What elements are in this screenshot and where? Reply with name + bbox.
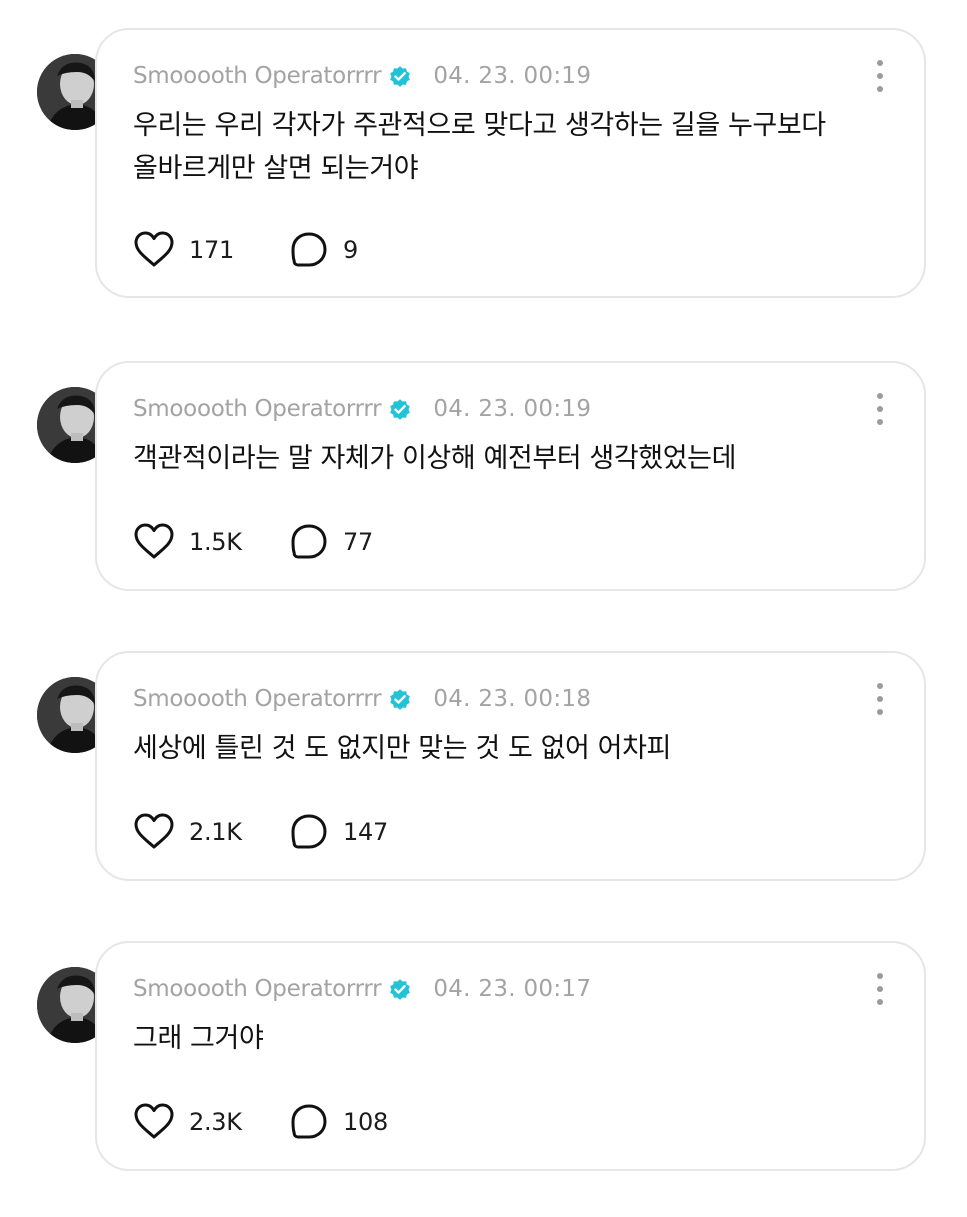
- comment-button[interactable]: 108: [289, 1102, 388, 1142]
- post: Smooooth Operatorrrr 04. 23. 00:17 그래 그거…: [0, 941, 967, 1217]
- author-name[interactable]: Smooooth Operatorrrr: [133, 63, 382, 89]
- more-vertical-icon[interactable]: [865, 681, 895, 717]
- like-button[interactable]: 1.5K: [133, 522, 289, 562]
- comment-count: 9: [343, 236, 358, 264]
- post-actions: 171 9: [133, 228, 358, 272]
- post-text-line: 그래 그거야: [133, 1023, 264, 1054]
- more-vertical-icon[interactable]: [865, 58, 895, 94]
- like-button[interactable]: 171: [133, 230, 289, 270]
- like-count: 2.1K: [189, 818, 242, 846]
- verified-badge-icon: [387, 976, 413, 1002]
- post-actions: 2.3K 108: [133, 1100, 388, 1144]
- post-timestamp: 04. 23. 00:18: [433, 686, 592, 712]
- post-header: Smooooth Operatorrrr 04. 23. 00:19: [133, 391, 591, 427]
- post: Smooooth Operatorrrr 04. 23. 00:18 세상에 틀…: [0, 651, 967, 927]
- like-button[interactable]: 2.1K: [133, 812, 289, 852]
- post-text: 세상에 틀린 것 도 없지만 맞는 것 도 없어 어차피: [133, 727, 893, 770]
- post-text: 그래 그거야: [133, 1017, 893, 1060]
- post-actions: 2.1K 147: [133, 810, 388, 854]
- post-header: Smooooth Operatorrrr 04. 23. 00:17: [133, 971, 591, 1007]
- comment-bubble-icon: [291, 814, 327, 849]
- heart-icon: [134, 523, 174, 559]
- verified-badge-icon: [387, 396, 413, 422]
- comment-count: 108: [343, 1108, 388, 1136]
- post-actions: 1.5K 77: [133, 520, 373, 564]
- post-text-line: 우리는 우리 각자가 주관적으로 맞다고 생각하는 길을 누구보다: [133, 110, 826, 141]
- post-header: Smooooth Operatorrrr 04. 23. 00:18: [133, 681, 591, 717]
- more-vertical-icon[interactable]: [865, 391, 895, 427]
- like-count: 1.5K: [189, 528, 242, 556]
- author-name[interactable]: Smooooth Operatorrrr: [133, 686, 382, 712]
- comment-button[interactable]: 9: [289, 230, 358, 270]
- more-vertical-icon[interactable]: [865, 971, 895, 1007]
- comment-count: 77: [343, 528, 373, 556]
- heart-icon: [134, 231, 174, 267]
- comment-button[interactable]: 77: [289, 522, 373, 562]
- post-text: 우리는 우리 각자가 주관적으로 맞다고 생각하는 길을 누구보다 올바르게만 …: [133, 104, 893, 190]
- like-button[interactable]: 2.3K: [133, 1102, 289, 1142]
- post-timestamp: 04. 23. 00:17: [433, 976, 592, 1002]
- author-name[interactable]: Smooooth Operatorrrr: [133, 396, 382, 422]
- verified-badge-icon: [387, 63, 413, 89]
- post-timestamp: 04. 23. 00:19: [433, 396, 592, 422]
- comment-bubble-icon: [291, 524, 327, 559]
- post-card: Smooooth Operatorrrr 04. 23. 00:19 객관적이라…: [95, 361, 926, 591]
- author-name[interactable]: Smooooth Operatorrrr: [133, 976, 382, 1002]
- post: Smooooth Operatorrrr 04. 23. 00:19 객관적이라…: [0, 361, 967, 637]
- post-timestamp: 04. 23. 00:19: [433, 63, 592, 89]
- heart-icon: [134, 1103, 174, 1139]
- comment-button[interactable]: 147: [289, 812, 388, 852]
- post-text: 객관적이라는 말 자체가 이상해 예전부터 생각했었는데: [133, 437, 893, 480]
- like-count: 2.3K: [189, 1108, 242, 1136]
- like-count: 171: [189, 236, 234, 264]
- verified-badge-icon: [387, 686, 413, 712]
- post: Smooooth Operatorrrr 04. 23. 00:19 우리는 우…: [0, 28, 967, 304]
- post-text-line: 올바르게만 살면 되는거야: [133, 153, 419, 184]
- post-card: Smooooth Operatorrrr 04. 23. 00:18 세상에 틀…: [95, 651, 926, 881]
- post-card: Smooooth Operatorrrr 04. 23. 00:17 그래 그거…: [95, 941, 926, 1171]
- heart-icon: [134, 813, 174, 849]
- post-header: Smooooth Operatorrrr 04. 23. 00:19: [133, 58, 591, 94]
- post-text-line: 세상에 틀린 것 도 없지만 맞는 것 도 없어 어차피: [133, 733, 672, 764]
- comment-bubble-icon: [291, 1104, 327, 1139]
- post-text-line: 객관적이라는 말 자체가 이상해 예전부터 생각했었는데: [133, 443, 737, 474]
- comment-bubble-icon: [291, 232, 327, 267]
- post-card: Smooooth Operatorrrr 04. 23. 00:19 우리는 우…: [95, 28, 926, 298]
- comment-count: 147: [343, 818, 388, 846]
